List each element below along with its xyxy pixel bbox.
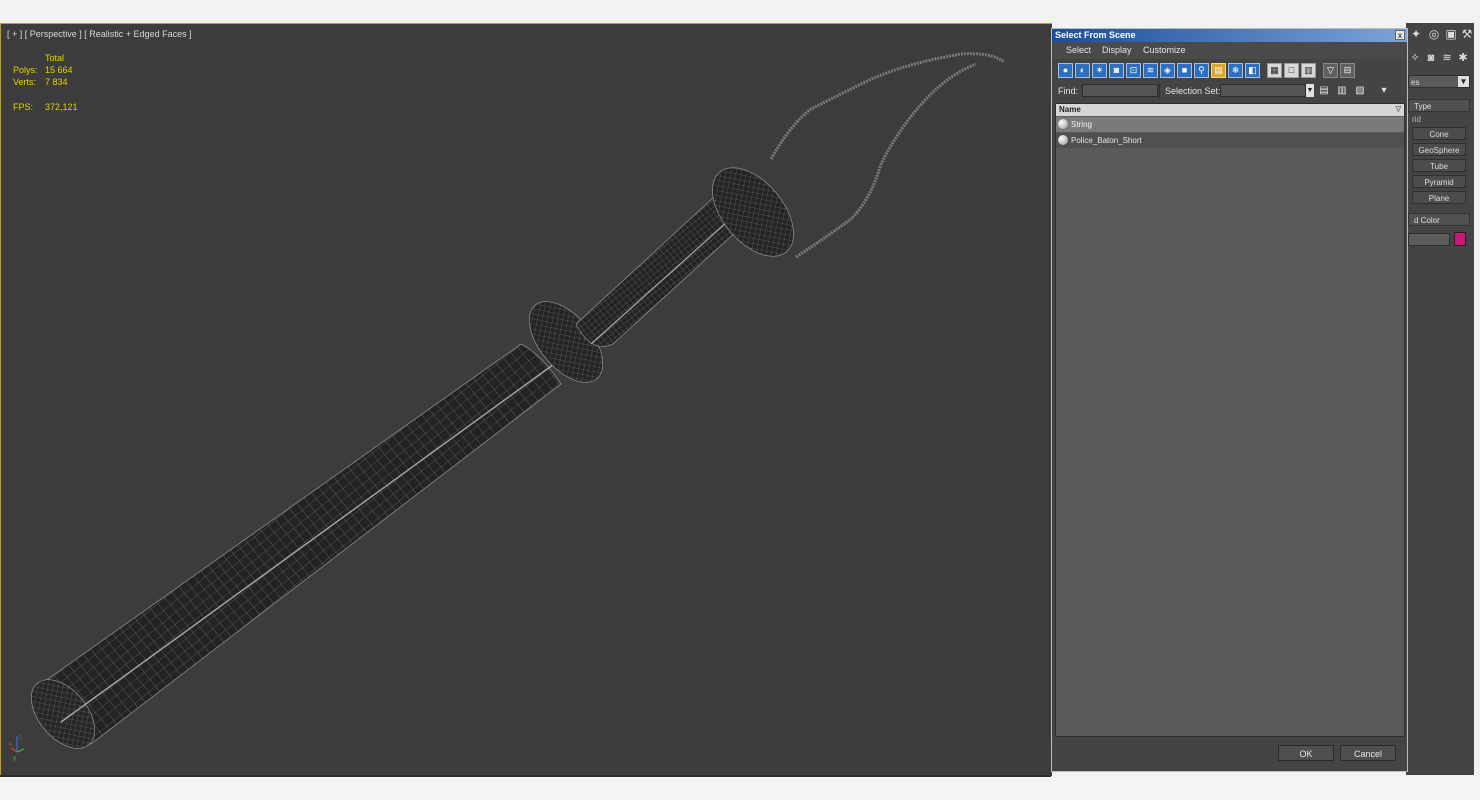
tube-button[interactable]: Tube: [1412, 159, 1466, 172]
fps-label: FPS:: [13, 102, 34, 112]
display-tab-icon[interactable]: ◎: [1426, 26, 1442, 42]
create-selection-set-icon[interactable]: ▤: [1318, 84, 1330, 97]
command-panel: ✦ ◎ ▣ ⚒ ✧ ◙ ≋ ✱ es ▼ Type rid Cone GeoSp…: [1406, 23, 1474, 775]
polys-value: 15 664: [45, 65, 73, 75]
find-input[interactable]: [1082, 84, 1158, 97]
geometry-icon: [1058, 135, 1068, 145]
fps-value: 372,121: [45, 102, 78, 112]
menu-select[interactable]: Select: [1066, 45, 1091, 55]
bones-filter-icon[interactable]: ⚲: [1194, 63, 1209, 78]
verts-value: 7 834: [45, 77, 68, 87]
stats-header: Total: [45, 53, 65, 63]
sort-icon[interactable]: ▽: [1396, 104, 1401, 116]
string-loop: [769, 52, 1005, 259]
filter-funnel-icon[interactable]: ▽: [1323, 63, 1338, 78]
name-column-header[interactable]: Name ▽: [1056, 104, 1404, 116]
command-panel-tabs: ✦ ◎ ▣ ⚒: [1406, 23, 1474, 45]
systems-icon[interactable]: ✱: [1456, 51, 1470, 65]
cancel-button[interactable]: Cancel: [1340, 745, 1396, 761]
menu-display[interactable]: Display: [1102, 45, 1132, 55]
helpers-filter-icon[interactable]: ⊡: [1126, 63, 1141, 78]
object-type-rollout[interactable]: Type: [1408, 99, 1470, 112]
lights-filter-icon[interactable]: ✶: [1092, 63, 1107, 78]
add-to-set-icon[interactable]: ▥: [1336, 84, 1348, 97]
viewport-perspective[interactable]: [ + ] [ Perspective ] [ Realistic + Edge…: [0, 23, 1052, 776]
viewport-label[interactable]: [ + ] [ Perspective ] [ Realistic + Edge…: [7, 29, 192, 39]
hidden-filter-icon[interactable]: ◧: [1245, 63, 1260, 78]
lights-icon[interactable]: ✧: [1408, 51, 1422, 65]
remove-from-set-icon[interactable]: ▧: [1354, 84, 1366, 97]
shapes-filter-icon[interactable]: ◐: [1075, 63, 1090, 78]
cameras-filter-icon[interactable]: ◙: [1109, 63, 1124, 78]
svg-text:x: x: [9, 742, 12, 748]
select-none-icon[interactable]: □: [1284, 63, 1299, 78]
cone-button[interactable]: Cone: [1412, 127, 1466, 140]
geosphere-button[interactable]: GeoSphere: [1412, 143, 1466, 156]
list-item[interactable]: String: [1056, 117, 1404, 132]
select-all-icon[interactable]: ▦: [1267, 63, 1282, 78]
verts-label: Verts:: [13, 77, 37, 87]
spacewarps-icon[interactable]: ≋: [1440, 51, 1454, 65]
xrefs-filter-icon[interactable]: ■: [1177, 63, 1192, 78]
baton-wireframe: [30, 52, 1005, 749]
filter-options-icon[interactable]: ⊟: [1340, 63, 1355, 78]
command-subicons: ✧ ◙ ≋ ✱: [1406, 51, 1474, 67]
object-color-swatch[interactable]: [1454, 232, 1466, 246]
divider: [1159, 83, 1160, 99]
list-item-label: String: [1071, 120, 1092, 129]
spacewarps-filter-icon[interactable]: ≋: [1143, 63, 1158, 78]
svg-text:y: y: [13, 756, 16, 762]
chevron-down-icon[interactable]: ▼: [1458, 76, 1469, 87]
dialog-title: Select From Scene: [1052, 29, 1407, 42]
polys-label: Polys:: [13, 65, 38, 75]
select-from-scene-dialog: Select From Scene x Select Display Custo…: [1051, 28, 1408, 772]
axis-gizmo-icon: z x y: [9, 735, 25, 762]
groups-filter-icon[interactable]: ◈: [1160, 63, 1175, 78]
select-invert-icon[interactable]: ▥: [1301, 63, 1316, 78]
ok-button[interactable]: OK: [1278, 745, 1334, 761]
object-name-field[interactable]: [1408, 233, 1450, 246]
name-color-rollout[interactable]: d Color: [1408, 213, 1470, 226]
close-icon[interactable]: x: [1395, 30, 1405, 40]
create-tab-icon[interactable]: ✦: [1408, 26, 1424, 42]
selection-set-label: Selection Set:: [1165, 86, 1221, 96]
list-item-label: Police_Baton_Short: [1071, 136, 1142, 145]
monitor-tab-icon[interactable]: ▣: [1443, 26, 1459, 42]
chevron-down-icon[interactable]: ▼: [1306, 84, 1314, 97]
containers-filter-icon[interactable]: ▤: [1211, 63, 1226, 78]
dialog-menubar: Select Display Customize: [1052, 42, 1407, 59]
selection-set-dropdown[interactable]: [1220, 84, 1306, 97]
primitive-category-dropdown[interactable]: es ▼: [1408, 75, 1470, 88]
primitive-category-value: es: [1411, 78, 1420, 87]
utilities-tab-icon[interactable]: ⚒: [1459, 26, 1475, 42]
scene-object-list[interactable]: Name ▽ String Police_Baton_Short: [1055, 103, 1405, 737]
geometry-filter-icon[interactable]: ●: [1058, 63, 1073, 78]
name-column-label: Name: [1059, 105, 1081, 114]
frozen-filter-icon[interactable]: ❄: [1228, 63, 1243, 78]
menu-customize[interactable]: Customize: [1143, 45, 1186, 55]
list-item[interactable]: Police_Baton_Short: [1056, 133, 1404, 148]
status-bar: [0, 777, 1480, 800]
stats-overlay: Total Polys: 15 664 Verts: 7 834 FPS: 372,1…: [13, 52, 78, 113]
geometry-icon: [1058, 119, 1068, 129]
find-label: Find:: [1058, 86, 1079, 96]
pyramid-button[interactable]: Pyramid: [1412, 175, 1466, 188]
find-row: Find: Selection Set: ▼ ▤ ▥ ▧ ▾: [1052, 83, 1407, 101]
baton-shaft: [30, 343, 562, 749]
camera-icon[interactable]: ◙: [1424, 51, 1438, 65]
svg-text:z: z: [19, 735, 22, 741]
more-options-icon[interactable]: ▾: [1378, 84, 1390, 97]
plane-button[interactable]: Plane: [1412, 191, 1466, 204]
autogrid-label: rid: [1412, 115, 1421, 124]
filter-toolbar: ● ◐ ✶ ◙ ⊡ ≋ ◈ ■ ⚲ ▤ ❄ ◧ ▦ □ ▥ ▽ ⊟: [1056, 63, 1396, 81]
